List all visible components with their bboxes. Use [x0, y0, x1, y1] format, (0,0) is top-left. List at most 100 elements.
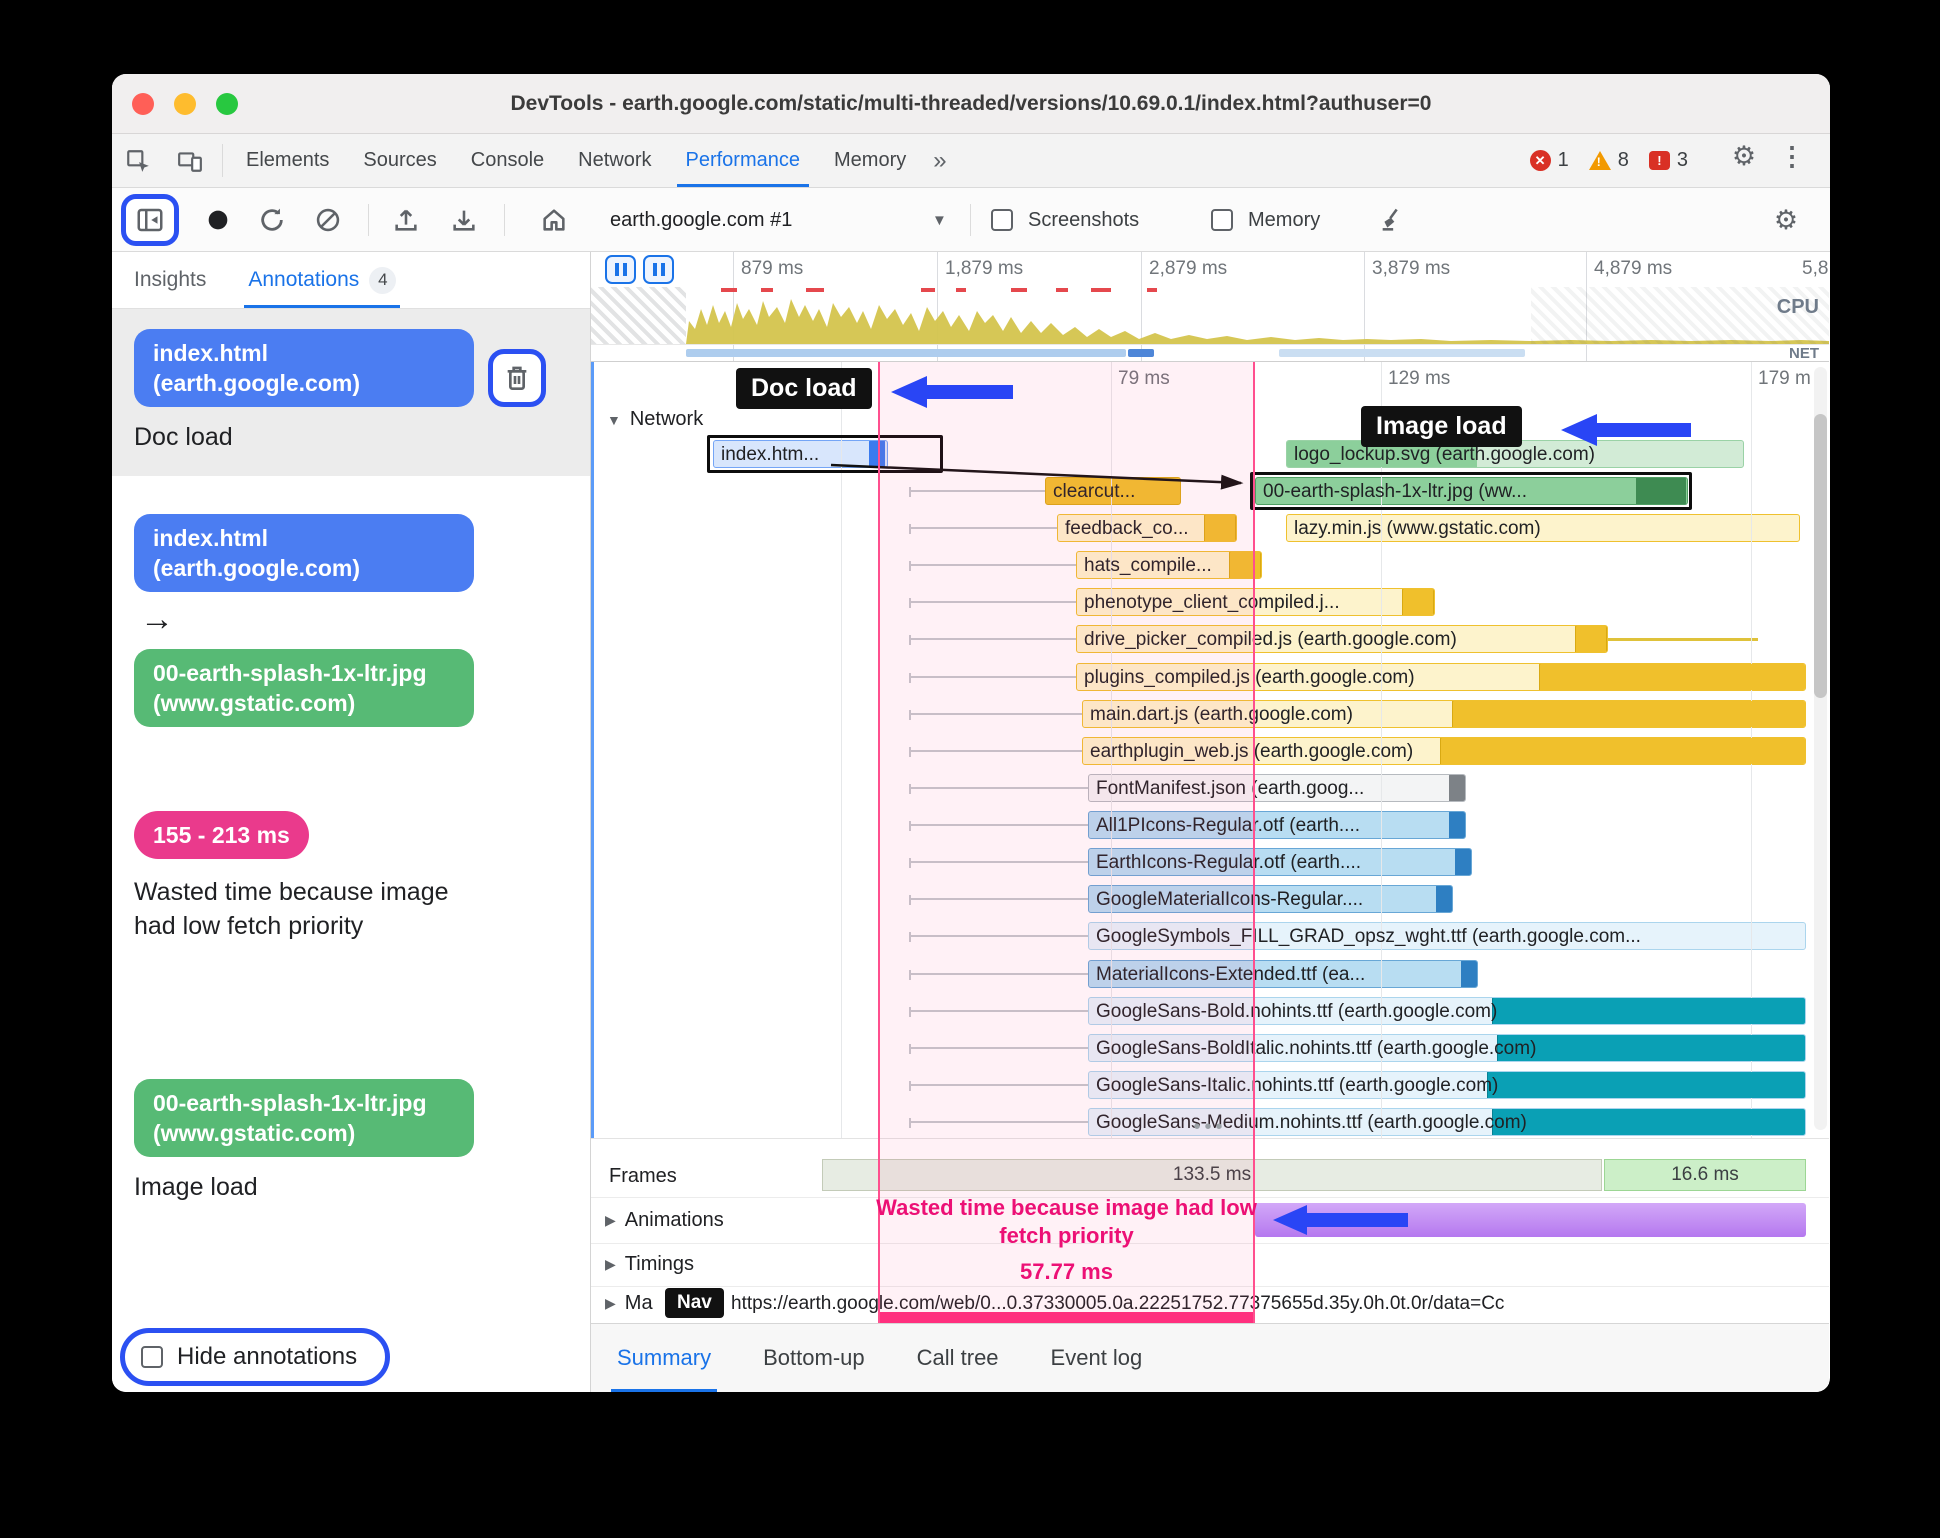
network-request-bar[interactable]: GoogleSans-Italic.nohints.ttf (earth.goo…: [1088, 1071, 1806, 1099]
issues-badge[interactable]: ! 3: [1648, 149, 1688, 172]
tab-elements[interactable]: Elements: [229, 134, 346, 187]
screenshots-label: Screenshots: [1028, 208, 1140, 231]
network-overview-strip: [591, 344, 1829, 361]
performance-toolbar: earth.google.com #1 ▼ Screenshots Memory…: [112, 188, 1830, 252]
request-label: GoogleSymbols_FILL_GRAD_opsz_wght.ttf (e…: [1096, 926, 1641, 947]
frames-track-header[interactable]: Frames: [609, 1165, 677, 1188]
tab-console[interactable]: Console: [454, 134, 561, 187]
download-profile-icon[interactable]: [442, 198, 486, 242]
target-selector-dropdown[interactable]: earth.google.com #1: [610, 198, 792, 242]
request-timing-segment: [1204, 515, 1236, 541]
tab-network[interactable]: Network: [561, 134, 668, 187]
network-request-bar[interactable]: EarthIcons-Regular.otf (earth....: [1088, 848, 1472, 876]
network-track-header[interactable]: ▼ Network: [607, 408, 703, 431]
record-button[interactable]: [196, 198, 240, 242]
clear-recording-icon[interactable]: [306, 198, 350, 242]
network-request-bar[interactable]: GoogleSymbols_FILL_GRAD_opsz_wght.ttf (e…: [1088, 922, 1806, 950]
chevron-down-icon[interactable]: ▼: [932, 198, 947, 242]
request-label: EarthIcons-Regular.otf (earth....: [1096, 852, 1362, 873]
hide-annotations-checkbox[interactable]: [141, 1346, 163, 1368]
more-tabs-icon[interactable]: »: [923, 134, 956, 187]
image-load-annotation-badge[interactable]: Image load: [1361, 406, 1522, 447]
bottom-tab-summary[interactable]: Summary: [610, 1324, 718, 1392]
sidebar-tab-annotations[interactable]: Annotations 4: [244, 252, 401, 308]
network-request-bar[interactable]: hats_compile...: [1076, 551, 1262, 579]
tab-memory[interactable]: Memory: [817, 134, 923, 187]
home-icon[interactable]: [532, 198, 576, 242]
close-window-button[interactable]: [132, 93, 154, 115]
timeline-time-label: 179 m: [1758, 368, 1811, 389]
scrollbar-thumb[interactable]: [1814, 414, 1827, 698]
annotation-chip[interactable]: index.html (earth.google.com): [134, 514, 474, 592]
network-request-bar[interactable]: main.dart.js (earth.google.com): [1082, 700, 1806, 728]
network-request-bar[interactable]: plugins_compiled.js (earth.google.com): [1076, 663, 1806, 691]
show-sidebar-icon[interactable]: [135, 205, 165, 235]
network-request-bar[interactable]: [1608, 638, 1758, 641]
tutorial-highlight-ring: [488, 349, 546, 407]
overview-time-label: 3,879 ms: [1372, 258, 1451, 279]
tab-performance[interactable]: Performance: [669, 134, 818, 187]
annotation-chip[interactable]: 00-earth-splash-1x-ltr.jpg (www.gstatic.…: [134, 649, 474, 727]
breadcrumb-pause-button-2[interactable]: [643, 255, 674, 284]
bottom-tab-bottom-up[interactable]: Bottom-up: [763, 1324, 865, 1392]
annotation-chip[interactable]: 155 - 213 ms: [134, 811, 309, 859]
request-start-connector: [909, 1081, 1088, 1091]
network-request-bar[interactable]: GoogleSans-Bold.nohints.ttf (earth.googl…: [1088, 997, 1806, 1025]
request-start-connector: [909, 635, 1076, 645]
timings-track-header[interactable]: ▶ Timings: [605, 1253, 694, 1276]
main-thread-url: https://earth.google.com/web/0...0.37330…: [731, 1293, 1505, 1314]
bottom-tab-call-tree[interactable]: Call tree: [917, 1324, 999, 1392]
annotation-item-3: 155 - 213 ms Wasted time because image ha…: [112, 791, 590, 967]
main-track-header[interactable]: ▶ Ma: [605, 1292, 653, 1315]
breadcrumb-pause-button[interactable]: [605, 255, 636, 284]
delete-annotation-button[interactable]: [501, 362, 533, 394]
network-request-bar[interactable]: lazy.min.js (www.gstatic.com): [1286, 514, 1800, 542]
request-label: GoogleSans-Bold.nohints.ttf (earth.googl…: [1096, 1001, 1498, 1022]
frames-track-label: Frames: [609, 1165, 677, 1187]
annotation-label: Image load: [134, 1173, 258, 1201]
memory-checkbox[interactable]: [1210, 198, 1234, 242]
console-warnings-badge[interactable]: 8: [1588, 149, 1629, 172]
upload-profile-icon[interactable]: [384, 198, 428, 242]
network-request-bar[interactable]: earthplugin_web.js (earth.google.com): [1082, 737, 1806, 765]
network-request-bar[interactable]: FontManifest.json (earth.goog...: [1088, 774, 1466, 802]
capture-settings-gear-icon[interactable]: ⚙: [1764, 198, 1808, 242]
network-request-bar[interactable]: GoogleSans-BoldItalic.nohints.ttf (earth…: [1088, 1034, 1806, 1062]
annotation-chip[interactable]: index.html (earth.google.com): [134, 329, 474, 407]
network-request-bar[interactable]: All1PIcons-Regular.otf (earth....: [1088, 811, 1466, 839]
minimize-window-button[interactable]: [174, 93, 196, 115]
tab-sources[interactable]: Sources: [346, 134, 453, 187]
inspect-element-icon[interactable]: [112, 139, 164, 183]
network-request-bar[interactable]: MaterialIcons-Extended.ttf (ea...: [1088, 960, 1478, 988]
tutorial-highlight-ring: [121, 194, 179, 246]
collect-garbage-icon[interactable]: [1370, 198, 1414, 242]
overview-time-label: 879 ms: [741, 258, 804, 279]
network-request-bar[interactable]: GoogleMaterialIcons-Regular....: [1088, 885, 1453, 913]
network-request-bar[interactable]: feedback_co...: [1057, 514, 1237, 542]
error-icon: ✕: [1529, 150, 1551, 171]
sidebar-tab-insights[interactable]: Insights: [134, 252, 206, 308]
request-timing-segment: [1436, 886, 1452, 912]
fullscreen-window-button[interactable]: [216, 93, 238, 115]
device-toolbar-icon[interactable]: [164, 139, 216, 183]
network-request-bar[interactable]: clearcut...: [1045, 477, 1181, 505]
bottom-tab-event-log[interactable]: Event log: [1051, 1324, 1143, 1392]
console-errors-badge[interactable]: ✕ 1: [1529, 149, 1569, 172]
screenshots-checkbox[interactable]: [990, 198, 1014, 242]
settings-gear-icon[interactable]: ⚙: [1718, 134, 1770, 178]
timeline-overview[interactable]: 879 ms 1,879 ms 2,879 ms 3,879 ms 4,879 ms 5,…: [591, 252, 1829, 362]
annotations-list: index.html (earth.google.com) Doc load ind…: [112, 309, 590, 1226]
reload-and-record-button[interactable]: [250, 198, 294, 242]
animations-track-header[interactable]: ▶ Animations: [605, 1209, 724, 1232]
track-resize-handle[interactable]: •••: [1193, 1116, 1226, 1139]
request-timing-segment: [1636, 478, 1686, 504]
doc-load-annotation-badge[interactable]: Doc load: [736, 368, 872, 409]
expand-triangle-icon: ▶: [605, 1212, 616, 1228]
network-request-bar[interactable]: index.htm...: [713, 440, 888, 468]
more-options-kebab-icon[interactable]: ⋮: [1766, 134, 1818, 178]
network-request-bar[interactable]: 00-earth-splash-1x-ltr.jpg (ww...: [1255, 477, 1688, 505]
annotation-chip[interactable]: 00-earth-splash-1x-ltr.jpg (www.gstatic.…: [134, 1079, 474, 1157]
network-request-bar[interactable]: drive_picker_compiled.js (earth.google.c…: [1076, 625, 1608, 653]
animation-event-bar[interactable]: [1255, 1203, 1806, 1237]
nav-annotation-badge[interactable]: Nav: [665, 1288, 724, 1318]
